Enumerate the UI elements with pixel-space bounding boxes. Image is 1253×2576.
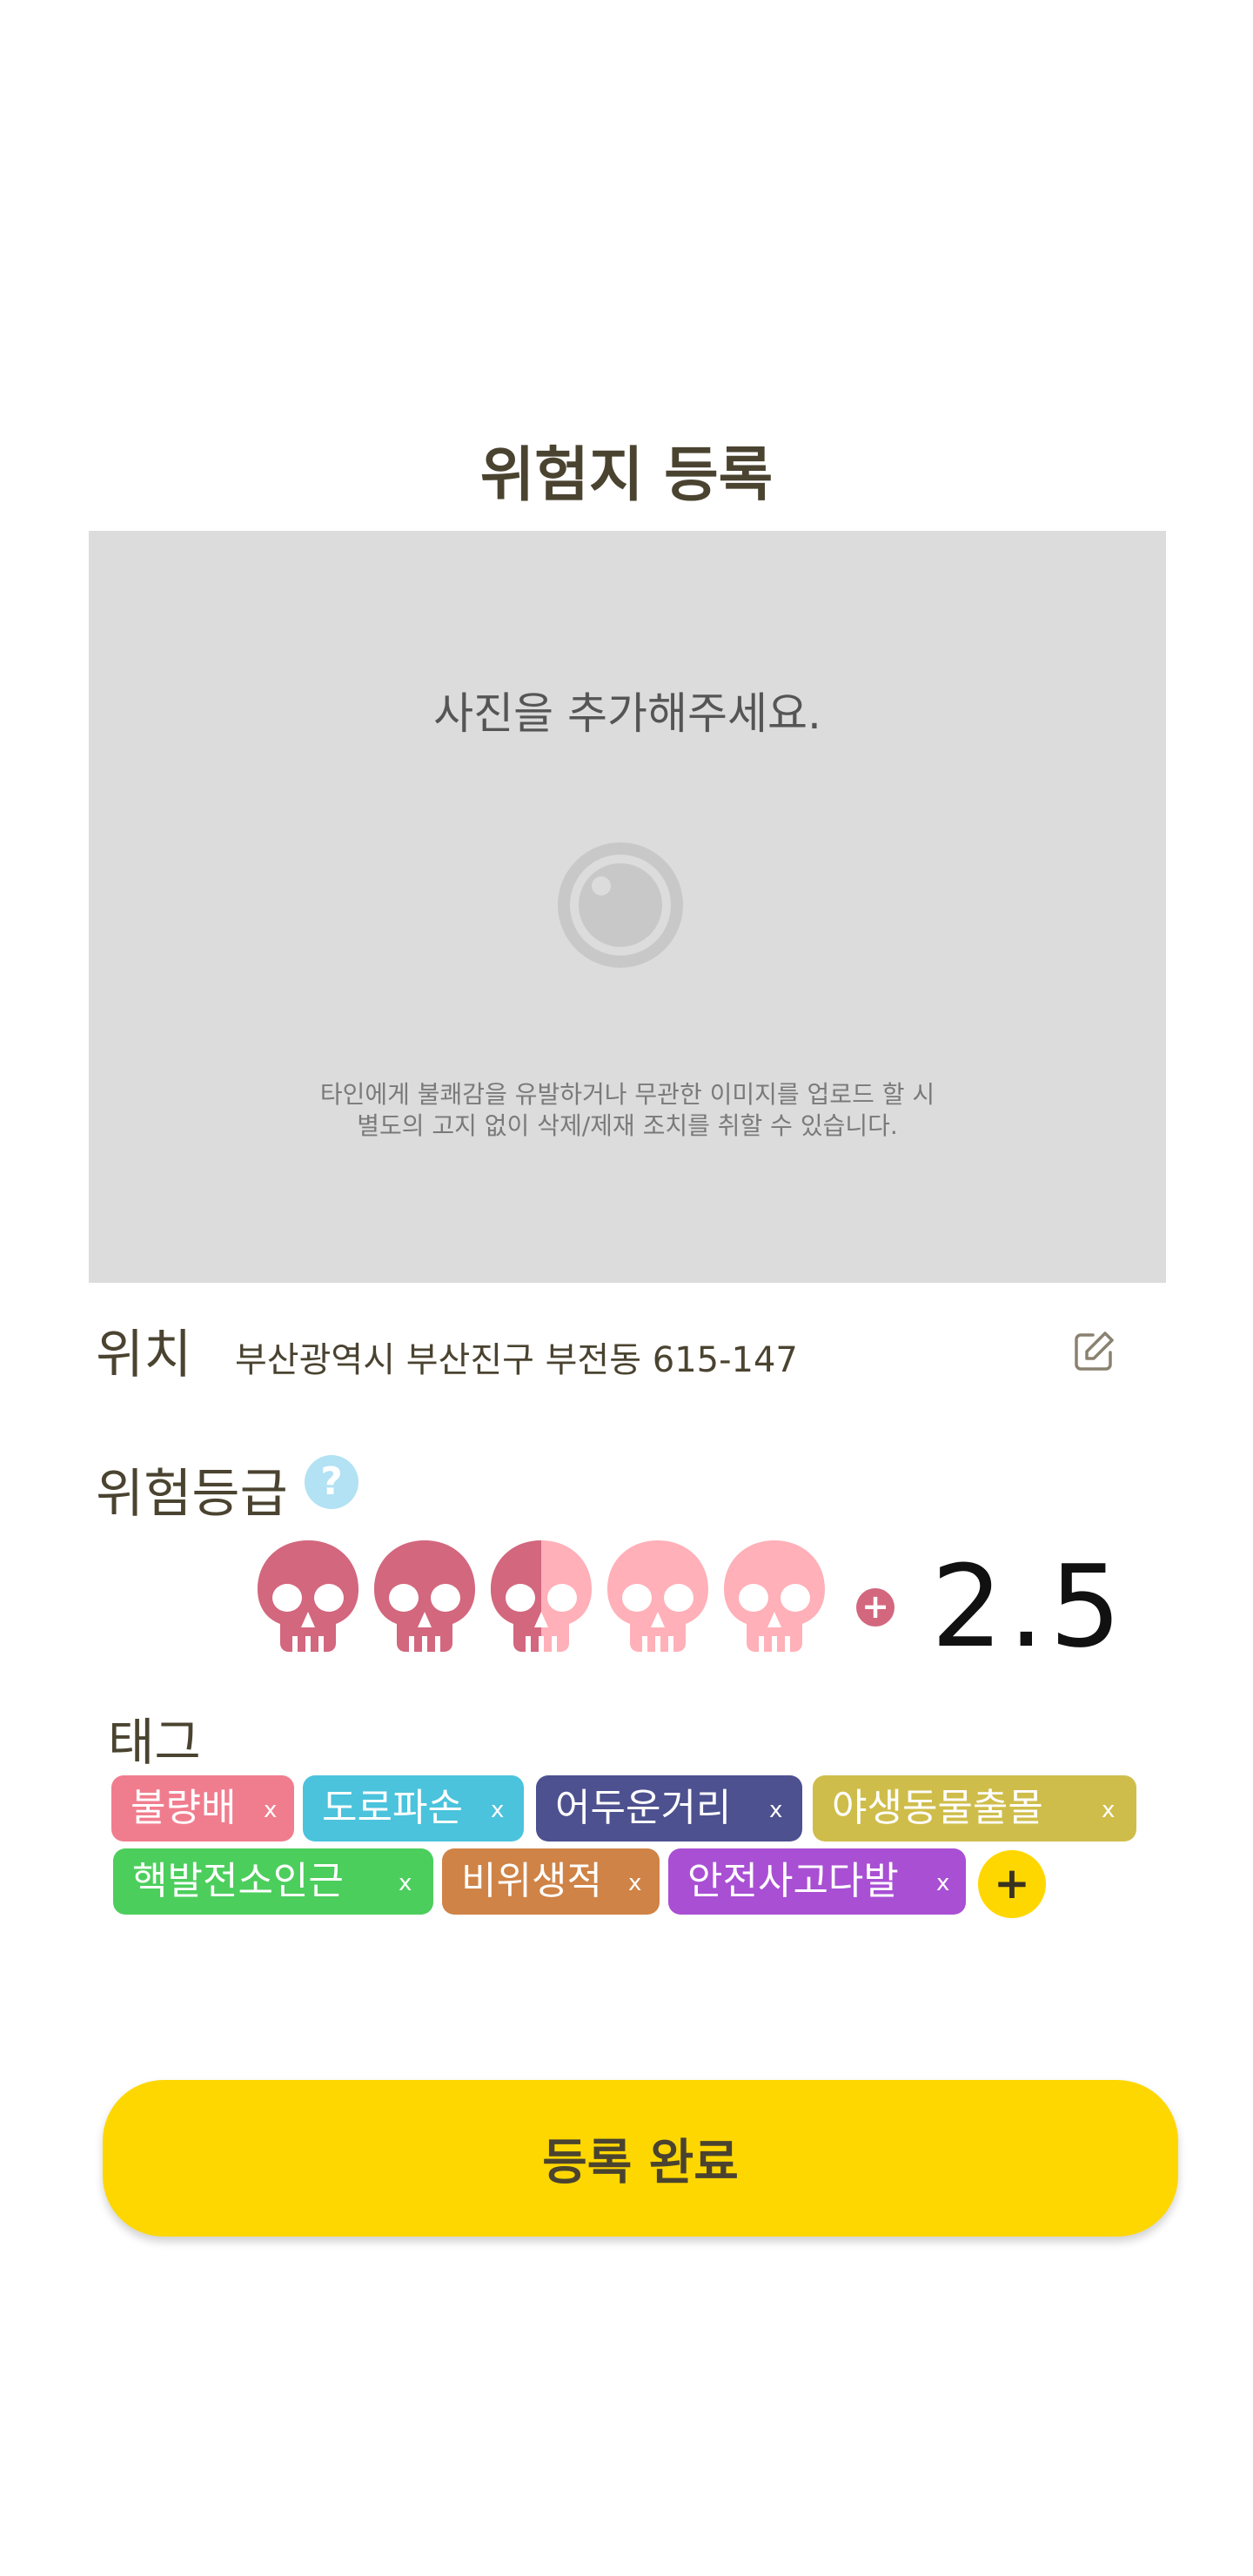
upload-notice: 타인에게 불쾌감을 유발하거나 무관한 이미지를 업로드 할 시 별도의 고지 … [89, 1079, 1166, 1142]
skull-icon[interactable] [487, 1537, 595, 1654]
tag-remove-button[interactable]: x [1102, 1775, 1115, 1845]
tag-label: 야생동물출몰 [832, 1786, 1043, 1830]
risk-registration-screen: 위험지 등록 사진을 추가해주세요. 타인에게 불쾌감을 유발하거나 무관한 이… [0, 0, 1253, 2576]
tag-label: 어두운거리 [555, 1786, 732, 1830]
skull-shape [374, 1540, 475, 1652]
edit-icon[interactable] [1072, 1330, 1116, 1373]
location-address: 부산광역시 부산진구 부전동 615-147 [235, 1340, 798, 1380]
tags-label: 태그 [108, 1713, 201, 1772]
tag-label: 안전사고다발 [687, 1859, 899, 1903]
risk-rating-skulls[interactable] [254, 1537, 846, 1659]
tag-chip: 비위생적 x [442, 1848, 660, 1915]
add-tag-button[interactable]: + [978, 1850, 1046, 1918]
photo-upload-area[interactable]: 사진을 추가해주세요. 타인에게 불쾌감을 유발하거나 무관한 이미지를 업로드… [89, 531, 1166, 1283]
tag-chip: 어두운거리 x [536, 1775, 802, 1841]
tag-remove-button[interactable]: x [491, 1775, 504, 1845]
submit-button[interactable]: 등록 완료 [103, 2080, 1178, 2237]
tag-remove-button[interactable]: x [628, 1848, 641, 1918]
location-label: 위치 [96, 1325, 192, 1385]
tag-chip: 안전사고다발 x [668, 1848, 966, 1915]
tag-chip: 핵발전소인근 x [113, 1848, 433, 1915]
camera-icon [558, 842, 683, 968]
tag-label: 비위생적 [461, 1859, 602, 1903]
tag-remove-button[interactable]: x [936, 1848, 949, 1918]
skull-shape [607, 1540, 708, 1652]
skull-icon[interactable] [371, 1537, 479, 1654]
upload-notice-line2: 별도의 고지 없이 삭제/제재 조치를 취할 수 있습니다. [357, 1111, 898, 1140]
tag-label: 도로파손 [322, 1786, 463, 1830]
page-title: 위험지 등록 [479, 441, 774, 510]
photo-prompt: 사진을 추가해주세요. [433, 688, 821, 739]
skull-shape [258, 1540, 358, 1652]
tag-label: 핵발전소인근 [132, 1859, 344, 1903]
increase-rating-button[interactable]: + [856, 1588, 895, 1627]
upload-notice-line1: 타인에게 불쾌감을 유발하거나 무관한 이미지를 업로드 할 시 [319, 1080, 935, 1109]
skull-shape [491, 1540, 592, 1652]
tag-remove-button[interactable]: x [769, 1775, 782, 1845]
tag-label: 불량배 [131, 1786, 237, 1830]
tag-remove-button[interactable]: x [399, 1848, 412, 1918]
tag-chip: 도로파손 x [303, 1775, 524, 1841]
tag-chip: 야생동물출몰 x [813, 1775, 1136, 1841]
help-icon[interactable]: ? [305, 1455, 358, 1509]
tag-remove-button[interactable]: x [264, 1775, 277, 1845]
rating-value: 2.5 [931, 1540, 1127, 1673]
skull-icon[interactable] [720, 1537, 828, 1654]
skull-icon[interactable] [254, 1537, 362, 1654]
skull-icon[interactable] [604, 1537, 712, 1654]
tag-chip: 불량배 x [111, 1775, 294, 1841]
risk-level-label: 위험등급 [96, 1464, 288, 1525]
skull-shape [724, 1540, 825, 1652]
